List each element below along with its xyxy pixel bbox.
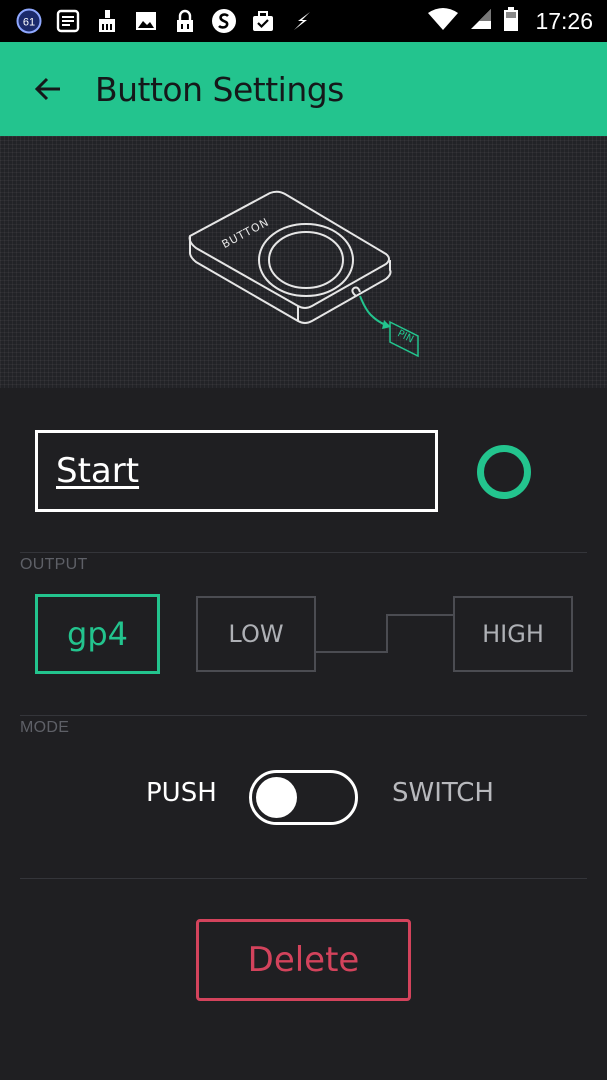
briefcase-icon — [250, 8, 276, 34]
app-s-icon — [211, 8, 237, 34]
divider — [20, 552, 587, 553]
divider — [20, 715, 587, 716]
image-icon — [133, 8, 159, 34]
cleaner-icon — [94, 8, 120, 34]
list-icon — [55, 8, 81, 34]
app-bar: Button Settings — [0, 42, 607, 136]
output-high-value[interactable]: HIGH — [453, 596, 573, 672]
lock-icon — [172, 8, 198, 34]
mode-switch-label: SWITCH — [392, 778, 494, 808]
page-title: Button Settings — [95, 69, 344, 109]
arrow-left-icon — [34, 77, 60, 101]
wifi-icon — [427, 7, 459, 35]
mode-push-label: PUSH — [146, 778, 217, 808]
back-button[interactable] — [17, 58, 79, 120]
notification-count-icon: 61 — [16, 8, 42, 34]
notification-count: 61 — [23, 17, 35, 29]
pin-label: PIN — [396, 328, 416, 345]
screen: 61 17:26 Button Settings BUTTON PIN Star… — [0, 0, 607, 1080]
button-name-field[interactable] — [35, 430, 438, 512]
output-low-value[interactable]: LOW — [196, 596, 316, 672]
battery-icon — [503, 6, 519, 36]
button-name-input[interactable] — [56, 451, 435, 491]
widget-illustration: BUTTON PIN — [0, 136, 607, 388]
button-device-illustration — [188, 190, 392, 324]
flash-icon — [289, 8, 315, 34]
status-time: 17:26 — [535, 7, 593, 34]
output-section-label: OUTPUT — [20, 556, 88, 573]
mode-toggle-switch[interactable] — [249, 770, 358, 825]
pin-selector-button[interactable]: gp4 — [35, 594, 160, 674]
status-bar: 61 17:26 — [0, 0, 607, 42]
pin-connector-illustration: PIN — [359, 295, 419, 358]
toggle-knob — [256, 777, 297, 818]
divider — [20, 878, 587, 879]
delete-button[interactable]: Delete — [196, 919, 411, 1001]
color-picker-button[interactable] — [477, 445, 531, 499]
signal-icon — [469, 7, 493, 35]
mode-section-label: MODE — [20, 719, 70, 736]
